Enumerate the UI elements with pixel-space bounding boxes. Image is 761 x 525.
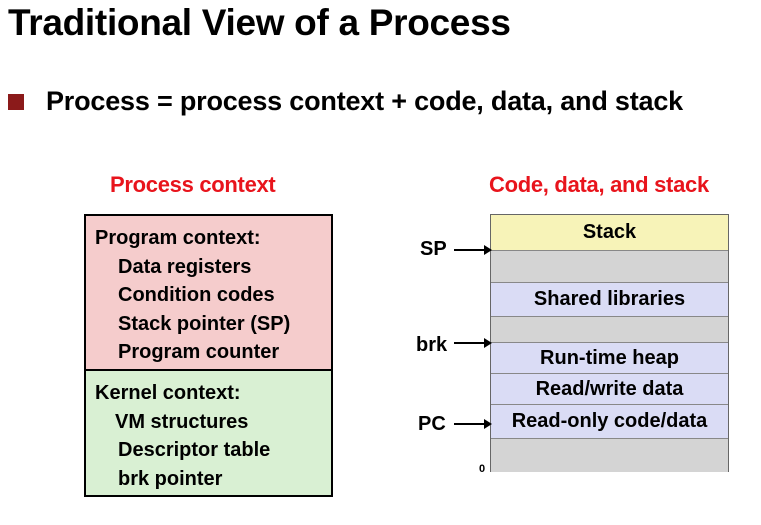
segment-shared-libraries: Shared libraries (491, 282, 728, 316)
program-context-item: Data registers (118, 255, 252, 278)
slide-title: Traditional View of a Process (8, 2, 511, 43)
brk-arrow-icon (454, 338, 492, 348)
kernel-context-item: VM structures (115, 410, 249, 433)
program-context-item: Stack pointer (SP) (118, 312, 291, 335)
program-context-item: Condition codes (118, 284, 275, 306)
segment-read-only-code-data: Read-only code/data (491, 404, 728, 438)
kernel-context-header: Kernel context: (95, 382, 241, 404)
segment-run-time-heap: Run-time heap (491, 342, 728, 373)
segment-unused (491, 316, 728, 342)
kernel-context-item: brk pointer (118, 467, 223, 490)
brk-label: brk (416, 334, 448, 356)
program-context-box: Program context: Data registers Conditio… (84, 214, 333, 392)
process-context-heading: Process context (110, 172, 276, 197)
program-context-header: Program context: (95, 227, 261, 249)
segment-unused (491, 438, 728, 472)
sp-label: SP (420, 238, 447, 260)
pc-arrow-icon (454, 419, 492, 429)
pc-label: PC (418, 413, 446, 435)
segment-stack: Stack (491, 215, 728, 250)
segment-unused (491, 250, 728, 282)
address-zero-label: 0 (479, 463, 486, 475)
memory-layout: Stack Shared libraries Run-time heap Rea… (490, 214, 729, 472)
segment-read-write-data: Read/write data (491, 373, 728, 404)
sp-arrow-icon (454, 245, 492, 255)
bullet-text: Process = process context + code, data, … (46, 86, 683, 116)
bullet-square-icon (8, 94, 24, 110)
kernel-context-box: Kernel context: VM structures Descriptor… (84, 369, 333, 497)
kernel-context-item: Descriptor table (118, 439, 271, 461)
memory-heading: Code, data, and stack (489, 172, 709, 197)
